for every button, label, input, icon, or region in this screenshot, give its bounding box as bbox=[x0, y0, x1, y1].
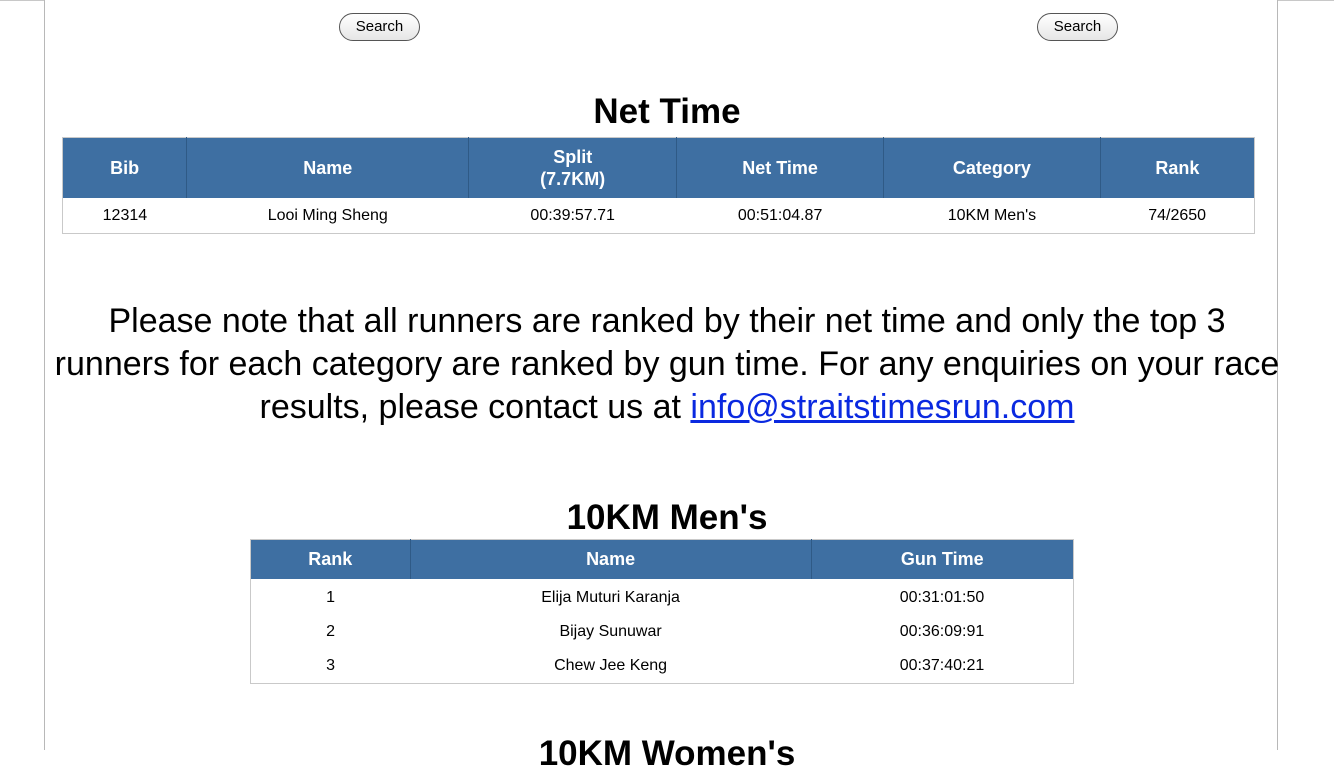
ranking-notice: Please note that all runners are ranked … bbox=[54, 300, 1280, 429]
header-split-label: Split bbox=[553, 147, 593, 167]
header-rank: Rank bbox=[250, 539, 411, 579]
cell-gun-time: 00:31:01:50 bbox=[899, 589, 985, 606]
net-time-table: Bib Name Split (7.7KM) Net Time Category… bbox=[62, 137, 1255, 234]
category-top3-table: Rank Name Gun Time 1 Elija Muturi Karanj… bbox=[250, 539, 1074, 684]
cell-bib: 12314 bbox=[102, 206, 148, 224]
cell-category: 10KM Men's bbox=[947, 206, 1037, 224]
header-split-distance: (7.7KM) bbox=[540, 169, 606, 189]
table-row: 3 Chew Jee Keng 00:37:40:21 bbox=[251, 649, 1074, 684]
search-button-right[interactable]: Search bbox=[1037, 13, 1118, 41]
cell-name: Chew Jee Keng bbox=[554, 657, 668, 674]
cell-name: Looi Ming Sheng bbox=[267, 206, 388, 224]
cell-split: 00:39:57.71 bbox=[530, 206, 615, 224]
cell-gun-time: 00:36:09:91 bbox=[899, 623, 985, 640]
cell-rank: 74/2650 bbox=[1148, 206, 1207, 224]
table-row: 1 Elija Muturi Karanja 00:31:01:50 bbox=[251, 579, 1074, 615]
header-category: Category bbox=[883, 137, 1101, 198]
cell-rank: 1 bbox=[326, 589, 336, 606]
next-category-title: 10KM Women's bbox=[538, 734, 796, 773]
header-split: Split (7.7KM) bbox=[468, 137, 678, 198]
cell-name: Bijay Sunuwar bbox=[559, 623, 662, 640]
net-time-title: Net Time bbox=[593, 92, 741, 131]
header-rank: Rank bbox=[1100, 137, 1255, 198]
cell-gun-time: 00:37:40:21 bbox=[899, 657, 985, 674]
cell-rank: 2 bbox=[326, 623, 336, 640]
header-name: Name bbox=[410, 539, 812, 579]
cell-name: Elija Muturi Karanja bbox=[541, 589, 680, 606]
ranking-notice-text: Please note that all runners are ranked … bbox=[54, 302, 1280, 426]
cell-net-time: 00:51:04.87 bbox=[737, 206, 823, 224]
header-net-time: Net Time bbox=[676, 137, 885, 198]
contact-email-link[interactable]: info@straitstimesrun.com bbox=[690, 388, 1074, 426]
header-name: Name bbox=[186, 137, 470, 198]
table-row: 12314 Looi Ming Sheng 00:39:57.71 00:51:… bbox=[63, 198, 1255, 234]
table-header-row: Bib Name Split (7.7KM) Net Time Category… bbox=[62, 137, 1255, 198]
header-bib: Bib bbox=[62, 137, 188, 198]
search-button-left[interactable]: Search bbox=[339, 13, 420, 41]
table-row: 2 Bijay Sunuwar 00:36:09:91 bbox=[251, 615, 1074, 649]
header-gun-time: Gun Time bbox=[811, 539, 1074, 579]
cell-rank: 3 bbox=[326, 657, 336, 674]
category-title: 10KM Men's bbox=[566, 498, 768, 537]
table-header-row: Rank Name Gun Time bbox=[250, 539, 1074, 579]
